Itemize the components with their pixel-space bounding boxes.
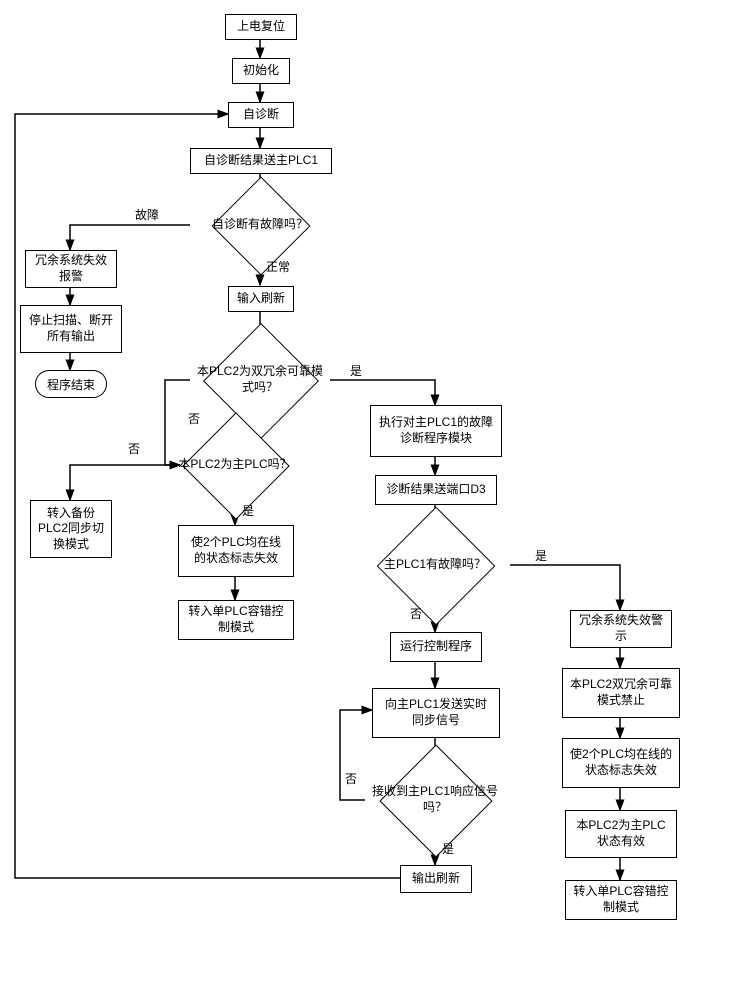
label-normal: 正常 xyxy=(266,258,290,275)
node-stop-scan: 停止扫描、断开所有输出 xyxy=(20,305,122,353)
node-send-sync-signal: 向主PLC1发送实时同步信号 xyxy=(372,688,500,738)
node-dual-mode-disabled: 本PLC2双冗余可靠模式禁止 xyxy=(562,668,680,718)
label-fault: 故障 xyxy=(135,206,159,223)
decision-self-diag-fault xyxy=(212,177,311,276)
label-d2-yes: 是 xyxy=(350,362,362,379)
flowchart-canvas: 上电复位 初始化 自诊断 自诊断结果送主PLC1 自诊断有故障吗？ 冗余系统失效… xyxy=(10,10,722,990)
node-self-diagnosis: 自诊断 xyxy=(228,102,294,128)
node-send-result-plc1: 自诊断结果送主PLC1 xyxy=(190,148,332,174)
label-d3-yes: 是 xyxy=(242,502,254,519)
node-redundant-fail-alarm: 冗余系统失效报警 xyxy=(25,250,117,288)
node-invalidate-online-flag: 使2个PLC均在线的状态标志失效 xyxy=(178,525,294,577)
node-exec-fault-diag-module: 执行对主PLC1的故障诊断程序模块 xyxy=(370,405,502,457)
node-diag-result-port-d3: 诊断结果送端口D3 xyxy=(375,475,497,505)
node-input-refresh: 输入刷新 xyxy=(228,286,294,312)
label-d5-yes: 是 xyxy=(442,840,454,857)
node-single-plc-fault-tolerant: 转入单PLC容错控制模式 xyxy=(178,600,294,640)
node-plc2-main-valid: 本PLC2为主PLC状态有效 xyxy=(565,810,677,858)
node-redundant-fail-warning: 冗余系统失效警示 xyxy=(570,610,672,648)
decision-recv-plc1-response xyxy=(379,744,492,857)
node-switch-backup-mode: 转入备份PLC2同步切换模式 xyxy=(30,500,112,558)
decision-is-main-plc xyxy=(182,412,289,519)
label-d2-no: 否 xyxy=(188,410,200,427)
node-output-refresh: 输出刷新 xyxy=(400,865,472,893)
label-d3-no: 否 xyxy=(128,440,140,457)
label-d5-no: 否 xyxy=(345,770,357,787)
terminator-program-end: 程序结束 xyxy=(35,370,107,398)
node-power-on-reset: 上电复位 xyxy=(225,14,297,40)
node-invalidate-online-flag-2: 使2个PLC均在线的状态标志失效 xyxy=(562,738,680,788)
node-single-plc-mode-2: 转入单PLC容错控制模式 xyxy=(565,880,677,920)
node-run-control-program: 运行控制程序 xyxy=(390,632,482,662)
label-d4-no: 否 xyxy=(410,605,422,622)
node-initialize: 初始化 xyxy=(232,58,290,84)
decision-dual-redundant-mode xyxy=(203,323,319,439)
label-d4-yes: 是 xyxy=(535,547,547,564)
decision-main-plc1-fault xyxy=(377,507,496,626)
